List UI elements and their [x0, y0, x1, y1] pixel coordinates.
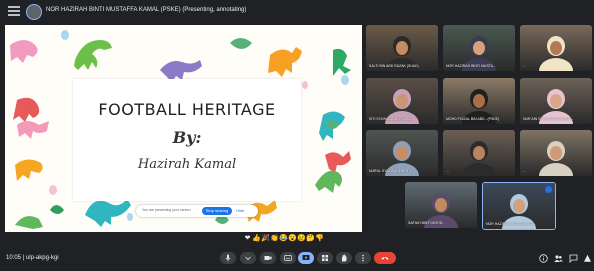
participant-name: SITI SYUHADA BINTI ABD... — [369, 117, 414, 121]
participant-name: ... — [523, 169, 526, 173]
reaction-button[interactable]: 😂 — [279, 234, 288, 242]
camera-button[interactable] — [260, 252, 276, 264]
participant-tile[interactable]: ... — [520, 25, 592, 71]
participant-name: SALTI BIN ABD RAZAK (SUAK) — [369, 64, 419, 68]
reaction-button[interactable]: 🎉 — [261, 234, 270, 242]
stop-sharing-button[interactable]: Stop sharing — [202, 207, 232, 215]
bottom-toolbar: 10:05 | ulp-akpg-kgi — [0, 246, 594, 271]
participant-tile[interactable]: SAFIAH BINTI MOHD... — [405, 182, 477, 228]
participant-tile[interactable]: ... — [443, 130, 515, 176]
microphone-icon — [225, 254, 231, 262]
reactions-bar: ❤ 👍🎉👏😂😮😢🤔👎 — [243, 234, 324, 244]
participant-name: NOR HAZIRAH BINTI MUSTA... — [446, 64, 496, 68]
grid-icon — [322, 255, 328, 261]
hand-icon — [342, 254, 347, 262]
reaction-button[interactable]: 😮 — [288, 234, 297, 242]
microphone-button[interactable] — [220, 252, 236, 264]
more-vertical-icon — [362, 254, 364, 262]
participant-tile[interactable]: NUR AIN SOFIA BINTI MUSTA... — [520, 78, 592, 124]
reaction-button[interactable]: 🤔 — [306, 234, 315, 242]
activities-icon[interactable] — [583, 254, 592, 263]
participant-name: SAFIAH BINTI MOHD... — [408, 221, 446, 225]
chat-icon[interactable] — [569, 254, 578, 263]
slide-by-label: By: — [172, 128, 202, 147]
chevron-down-icon — [245, 256, 251, 261]
participant-name: NUR AIN SOFIA BINTI MUSTA... — [523, 117, 575, 121]
meeting-clock: 10:05 | ulp-akpg-kgi — [6, 255, 59, 261]
people-icon[interactable] — [554, 254, 563, 263]
captions-button[interactable] — [280, 252, 296, 264]
present-screen-icon — [302, 255, 310, 260]
info-icon[interactable] — [539, 254, 548, 263]
participant-tile[interactable]: SALTI BIN ABD RAZAK (SUAK) — [366, 25, 438, 71]
slide-author: Hazirah Kamal — [137, 157, 237, 172]
reaction-button[interactable]: 👏 — [270, 234, 279, 242]
leave-call-button[interactable] — [374, 252, 396, 264]
reaction-button[interactable]: 😢 — [297, 234, 306, 242]
participant-tile[interactable]: MOHD FOIZAL BIN ABD...(PSKE) — [443, 78, 515, 124]
participant-name: ... — [523, 64, 526, 68]
presenter-avatar — [26, 4, 42, 20]
participant-tile[interactable]: ... — [520, 130, 592, 176]
hang-up-icon — [381, 257, 389, 260]
participant-tile[interactable]: NOR HAZIRAH BINTI MUSTA... — [482, 182, 556, 230]
captions-icon — [284, 255, 292, 261]
participant-name: MOHD FOIZAL BIN ABD...(PSKE) — [446, 117, 500, 121]
participant-tile[interactable]: NOR HAZIRAH BINTI MUSTA... — [443, 25, 515, 71]
more-options-button[interactable] — [355, 252, 371, 264]
reaction-button[interactable]: ❤ — [243, 234, 252, 242]
raise-hand-button[interactable] — [336, 252, 352, 264]
participant-name: NURUL SYAZWANI BINTI... — [369, 169, 413, 173]
shared-slide: FOOTBALL HERITAGE By: Hazirah Kamal You … — [5, 25, 362, 232]
speaking-indicator-icon — [545, 186, 552, 193]
mic-options-button[interactable] — [240, 252, 256, 264]
menu-icon[interactable] — [8, 6, 20, 16]
participant-tile[interactable]: NURUL SYAZWANI BINTI... — [366, 130, 438, 176]
participant-name: NOR HAZIRAH BINTI MUSTA... — [486, 222, 536, 226]
hide-button[interactable]: Hide — [236, 207, 244, 215]
present-button[interactable] — [298, 252, 314, 264]
participant-name: ... — [446, 169, 449, 173]
reaction-button[interactable]: 👎 — [315, 234, 324, 242]
participant-tile[interactable]: SITI SYUHADA BINTI ABD... — [366, 78, 438, 124]
camera-icon — [264, 256, 272, 260]
slide-title: FOOTBALL HERITAGE — [98, 100, 276, 119]
presenter-title: NOR HAZIRAH BINTI MUSTAFFA KAMAL (PSKE) … — [46, 7, 247, 13]
top-bar: NOR HAZIRAH BINTI MUSTAFFA KAMAL (PSKE) … — [0, 0, 594, 22]
presenting-bar: You are presenting your screen Stop shar… — [136, 205, 258, 217]
layout-button[interactable] — [317, 252, 333, 264]
presenting-text: You are presenting your screen — [142, 208, 191, 212]
reaction-button[interactable]: 👍 — [252, 234, 261, 242]
slide-title-card: FOOTBALL HERITAGE By: Hazirah Kamal — [73, 79, 301, 201]
